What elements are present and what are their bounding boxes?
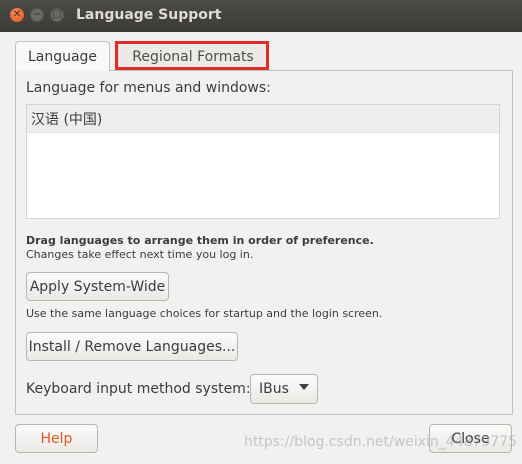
title-bar: ✕ − □ Language Support — [0, 0, 522, 32]
keyboard-input-value: IBus — [259, 381, 289, 397]
language-list[interactable]: 汉语 (中国) — [26, 104, 500, 219]
tab-language[interactable]: Language — [15, 41, 110, 71]
list-item-language[interactable]: 汉语 (中国) — [27, 105, 499, 133]
changes-note: Changes take effect next time you log in… — [26, 248, 254, 261]
tab-regional-formats[interactable]: Regional Formats — [118, 41, 268, 71]
apply-description: Use the same language choices for startu… — [26, 307, 383, 320]
language-list-heading: Language for menus and windows: — [26, 80, 271, 96]
help-button[interactable]: Help — [15, 424, 98, 453]
chevron-down-icon — [299, 384, 309, 390]
close-button[interactable]: Close — [429, 424, 512, 453]
window-minimize-icon[interactable]: − — [30, 8, 44, 22]
install-remove-languages-button[interactable]: Install / Remove Languages... — [26, 332, 238, 361]
apply-system-wide-button[interactable]: Apply System-Wide — [26, 272, 169, 301]
window-title: Language Support — [76, 7, 222, 23]
window-maximize-icon[interactable]: □ — [50, 8, 64, 22]
window-close-icon[interactable]: ✕ — [10, 8, 24, 22]
drag-hint: Drag languages to arrange them in order … — [26, 234, 374, 247]
keyboard-input-label: Keyboard input method system: — [26, 381, 251, 397]
keyboard-input-select[interactable]: IBus — [250, 374, 318, 404]
